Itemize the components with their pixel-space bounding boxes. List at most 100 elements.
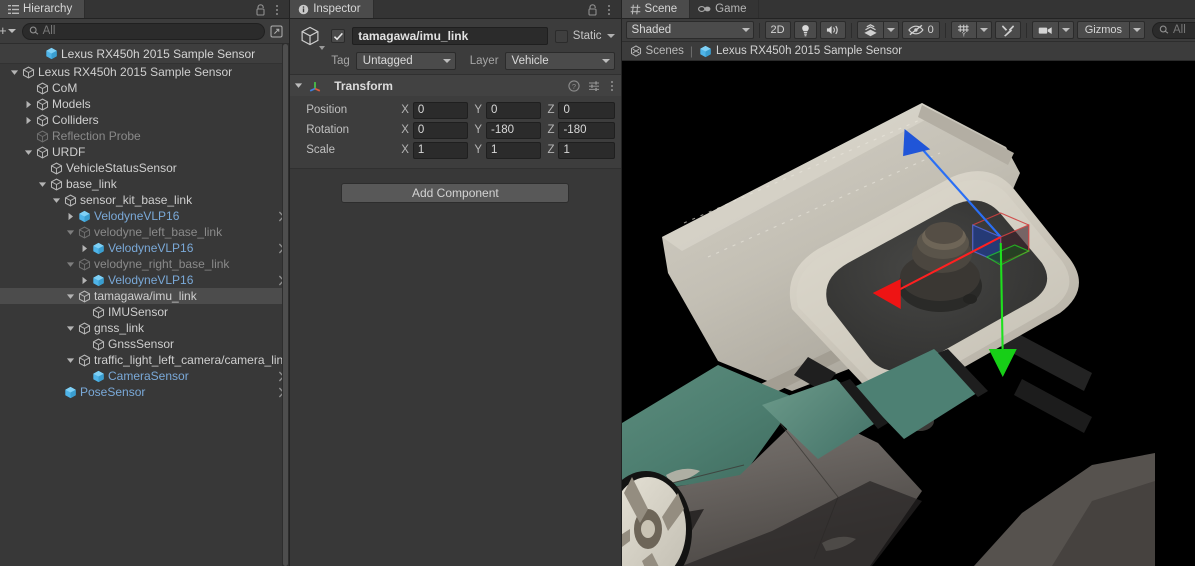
speaker-icon[interactable] [820, 21, 846, 39]
foldout-closed-icon[interactable] [78, 244, 91, 253]
breadcrumb-current[interactable]: Lexus RX450h 2015 Sample Sensor [699, 45, 902, 58]
axis-x-field[interactable]: 0 [413, 102, 468, 119]
hierarchy-item-lexus-rx450h-2015-sample-sensor[interactable]: Lexus RX450h 2015 Sample Sensor [0, 64, 289, 80]
foldout-open-icon[interactable] [64, 324, 77, 333]
hierarchy-item-velodynevlp16[interactable]: VelodyneVLP16 [0, 208, 289, 224]
foldout-open-icon[interactable] [22, 148, 35, 157]
foldout-open-icon[interactable] [64, 292, 77, 301]
hierarchy-item-gnss-link[interactable]: gnss_link [0, 320, 289, 336]
gameobject-enabled-checkbox[interactable] [331, 29, 345, 43]
foldout-closed-icon[interactable] [64, 212, 77, 221]
breadcrumb-scenes[interactable]: Scenes [630, 45, 684, 57]
axis-y-field[interactable]: 0 [486, 102, 541, 119]
hierarchy-item-vehiclestatussensor[interactable]: VehicleStatusSensor [0, 160, 289, 176]
hierarchy-item-traffic-light-left-camera-camera-link[interactable]: traffic_light_left_camera/camera_link [0, 352, 289, 368]
hierarchy-item-gnsssensor[interactable]: GnssSensor [0, 336, 289, 352]
gizmo-search-input[interactable]: All [1152, 22, 1195, 39]
foldout-closed-icon[interactable] [22, 116, 35, 125]
hierarchy-item-velodynevlp16[interactable]: VelodyneVLP16 [0, 272, 289, 288]
axis-x-field[interactable]: 0 [413, 122, 468, 139]
tab-game[interactable]: Game [690, 0, 759, 18]
hierarchy-item-velodynevlp16[interactable]: VelodyneVLP16 [0, 240, 289, 256]
axis-z: Z0 [547, 102, 614, 119]
hierarchy-item-imusensor[interactable]: IMUSensor [0, 304, 289, 320]
camera-icon[interactable] [1032, 21, 1058, 39]
foldout-open-icon[interactable] [64, 356, 77, 365]
gameobject-cube-icon [77, 257, 91, 271]
hierarchy-scene-root[interactable]: Lexus RX450h 2015 Sample Sensor [0, 44, 289, 64]
open-in-new-icon[interactable] [268, 23, 285, 40]
hierarchy-item-velodyne-right-base-link[interactable]: velodyne_right_base_link [0, 256, 289, 272]
hierarchy-item-posesensor[interactable]: PoseSensor [0, 384, 289, 400]
hierarchy-item-label: GnssSensor [105, 337, 174, 351]
hierarchy-item-velodyne-left-base-link[interactable]: velodyne_left_base_link [0, 224, 289, 240]
gameobject-cube-icon [49, 161, 63, 175]
add-component-button[interactable]: Add Component [341, 183, 569, 203]
chevron-down-icon[interactable] [607, 34, 615, 38]
axis-z-field[interactable]: -180 [558, 122, 614, 139]
hierarchy-tree[interactable]: Lexus RX450h 2015 Sample Sensor Lexus RX… [0, 44, 289, 566]
hierarchy-item-urdf[interactable]: URDF [0, 144, 289, 160]
hidden-objects-button[interactable]: 0 [902, 21, 940, 39]
gameobject-cube-icon[interactable] [296, 22, 324, 50]
kebab-menu-icon[interactable] [608, 81, 616, 91]
hierarchy-scrollbar-thumb[interactable] [283, 44, 288, 566]
hierarchy-scrollbar[interactable] [282, 44, 289, 566]
hierarchy-item-colliders[interactable]: Colliders [0, 112, 289, 128]
snap-tools-icon[interactable] [995, 21, 1021, 39]
transform-row-scale: ScaleX1Y1Z1 [296, 141, 614, 159]
transform-component-header[interactable]: Transform ? [290, 75, 620, 96]
lightbulb-icon[interactable] [794, 21, 817, 39]
gizmos-button[interactable]: Gizmos [1077, 21, 1129, 39]
axis-y-field[interactable]: -180 [486, 122, 541, 139]
hierarchy-item-com[interactable]: CoM [0, 80, 289, 96]
hierarchy-item-sensor-kit-base-link[interactable]: sensor_kit_base_link [0, 192, 289, 208]
axis-x-field[interactable]: 1 [413, 142, 468, 159]
foldout-open-icon[interactable] [50, 196, 63, 205]
help-icon[interactable]: ? [568, 80, 580, 92]
hierarchy-item-camerasensor[interactable]: CameraSensor [0, 368, 289, 384]
hierarchy-item-label: URDF [49, 145, 85, 159]
effects-icon[interactable] [857, 21, 883, 39]
hierarchy-item-models[interactable]: Models [0, 96, 289, 112]
hierarchy-item-label: Models [49, 97, 91, 111]
hierarchy-item-label: VelodyneVLP16 [91, 209, 179, 223]
foldout-open-icon[interactable] [64, 228, 77, 237]
grid-dropdown-button[interactable] [976, 21, 992, 39]
foldout-closed-icon[interactable] [78, 276, 91, 285]
camera-dropdown-button[interactable] [1058, 21, 1074, 39]
tag-dropdown[interactable]: Untagged [356, 52, 456, 70]
tab-inspector[interactable]: Inspector [290, 0, 373, 18]
preset-settings-icon[interactable] [588, 80, 600, 92]
create-object-button[interactable]: + [0, 23, 19, 40]
kebab-menu-icon[interactable] [273, 5, 281, 15]
tab-scene[interactable]: Scene [622, 0, 691, 18]
effects-dropdown-button[interactable] [883, 21, 899, 39]
foldout-open-icon[interactable] [64, 260, 77, 269]
layer-dropdown[interactable]: Vehicle [505, 52, 615, 70]
draw-mode-dropdown[interactable]: Shaded [626, 21, 754, 39]
foldout-open-icon[interactable] [8, 68, 21, 77]
gameobject-name-field[interactable]: tamagawa/imu_link [352, 27, 548, 45]
toggle-2d-button[interactable]: 2D [765, 21, 791, 39]
hierarchy-item-tamagawa-imu-link[interactable]: tamagawa/imu_link [0, 288, 289, 304]
grid-axis-icon[interactable]: Y [951, 21, 976, 39]
foldout-open-icon[interactable] [294, 81, 303, 90]
hierarchy-search-input[interactable]: All [22, 23, 266, 40]
lock-icon[interactable] [255, 4, 266, 16]
lock-icon[interactable] [587, 4, 598, 16]
foldout-closed-icon[interactable] [22, 100, 35, 109]
foldout-open-icon[interactable] [36, 180, 49, 189]
kebab-menu-icon[interactable] [605, 5, 613, 15]
hierarchy-item-base-link[interactable]: base_link [0, 176, 289, 192]
static-toggle-group[interactable]: Static [555, 30, 615, 43]
static-checkbox[interactable] [555, 30, 568, 43]
axis-z-field[interactable]: 1 [558, 142, 614, 159]
axis-z-field[interactable]: 0 [558, 102, 614, 119]
hierarchy-item-reflection-probe[interactable]: Reflection Probe [0, 128, 289, 144]
transform-row-label: Position [296, 104, 401, 116]
tab-hierarchy[interactable]: Hierarchy [0, 0, 85, 18]
axis-y-field[interactable]: 1 [486, 142, 541, 159]
scene-viewport[interactable] [622, 61, 1195, 566]
gizmos-dropdown-button[interactable] [1129, 21, 1145, 39]
